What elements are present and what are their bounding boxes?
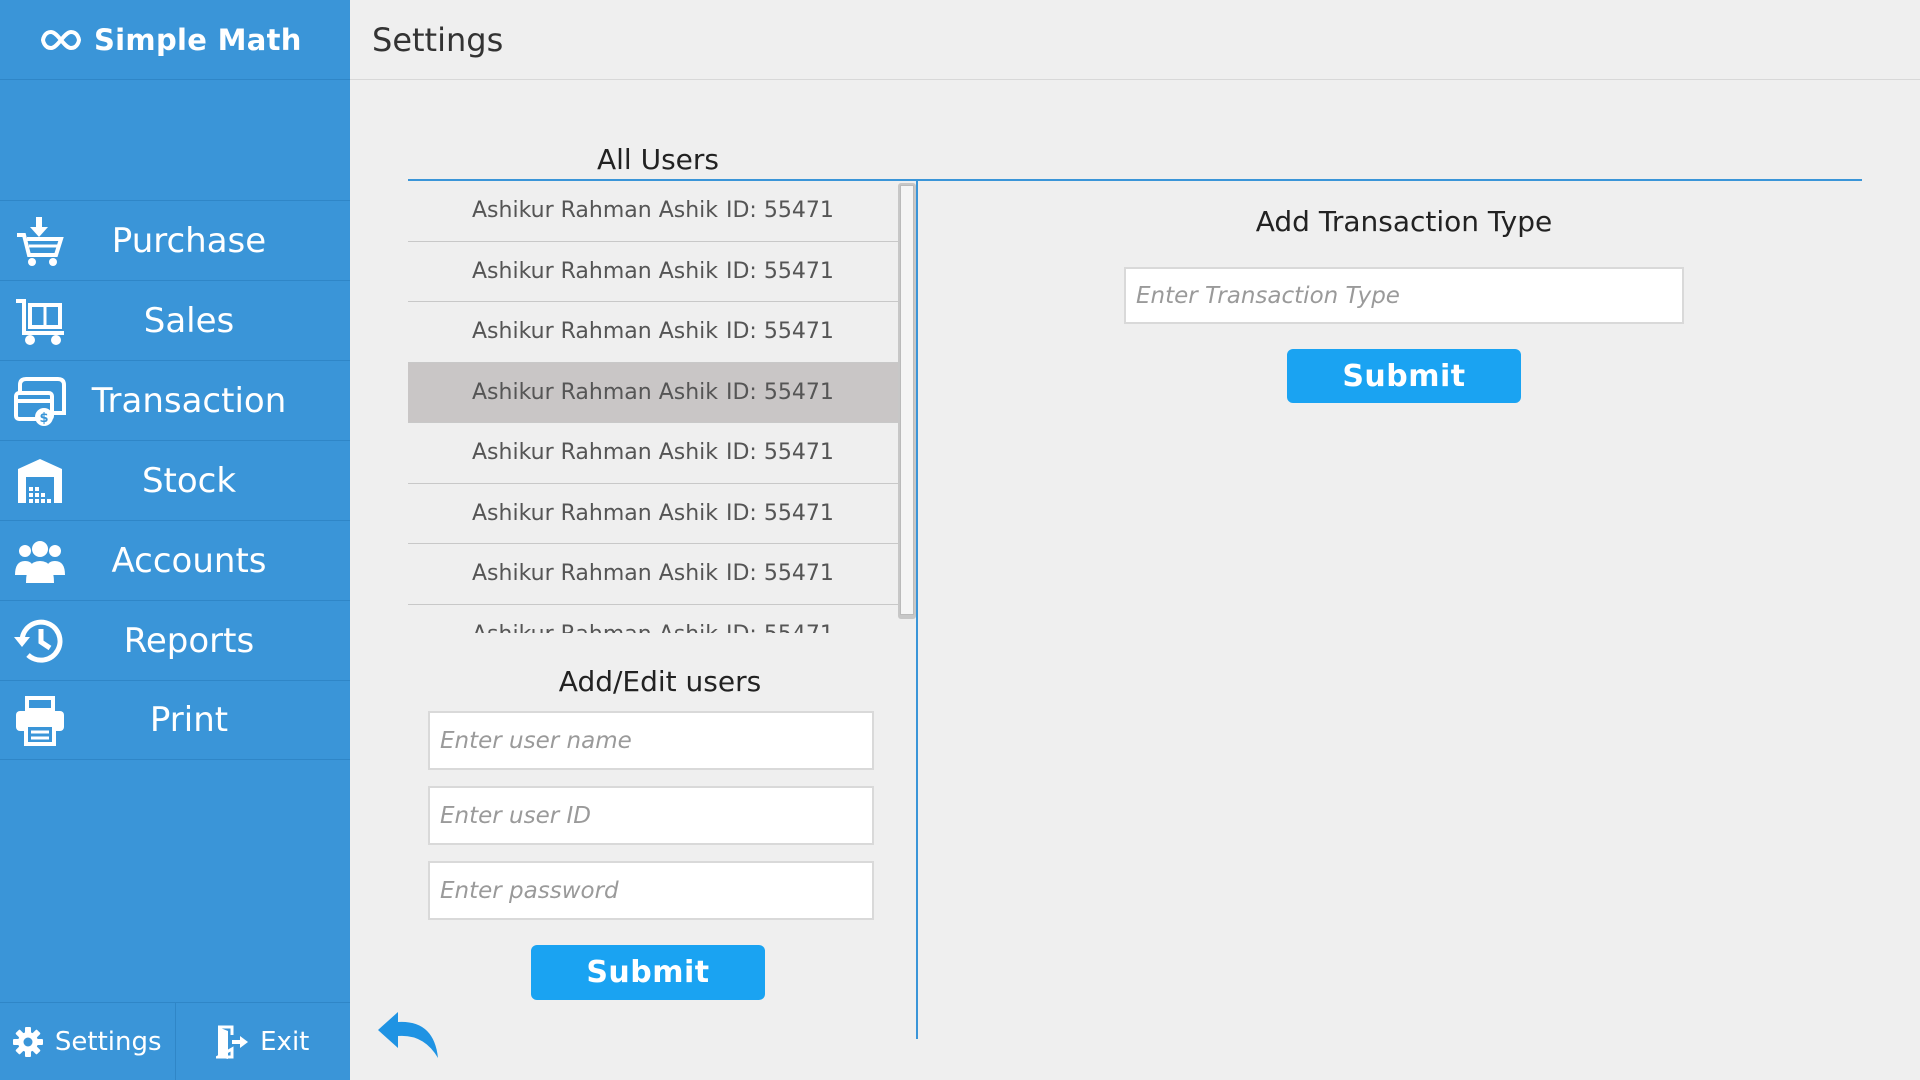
printer-icon [16, 696, 64, 746]
sidebar-item-sales[interactable]: Sales [0, 280, 350, 360]
page-title: Settings [372, 20, 504, 59]
user-row-selected[interactable]: Ashikur Rahman Ashik ID: 55471 [408, 362, 898, 423]
user-id: ID: 55471 [726, 622, 834, 633]
user-row[interactable]: Ashikur Rahman Ashik ID: 55471 [408, 605, 898, 633]
cart-download-icon [17, 217, 64, 266]
user-row[interactable]: Ashikur Rahman Ashik ID: 55471 [408, 181, 898, 242]
all-users-title: All Users [596, 143, 720, 176]
user-row[interactable]: Ashikur Rahman Ashik ID: 55471 [408, 484, 898, 544]
user-id: ID: 55471 [726, 379, 834, 405]
user-id: ID: 55471 [726, 440, 834, 466]
user-name-input[interactable] [428, 711, 874, 770]
user-name: Ashikur Rahman Ashik [472, 258, 718, 284]
sidebar-nav: Purchase Sales $ Transaction Stock Accou… [0, 200, 350, 760]
user-row[interactable]: Ashikur Rahman Ashik ID: 55471 [408, 302, 898, 363]
people-icon [15, 541, 65, 583]
user-row[interactable]: Ashikur Rahman Ashik ID: 55471 [408, 423, 898, 484]
add-edit-users-title: Add/Edit users [558, 665, 762, 698]
user-id: ID: 55471 [726, 319, 834, 345]
user-submit-button[interactable]: Submit [531, 945, 765, 1000]
warehouse-icon [18, 459, 62, 503]
add-transaction-type-title: Add Transaction Type [1255, 205, 1553, 238]
user-id-input[interactable] [428, 786, 874, 845]
transaction-submit-button[interactable]: Submit [1287, 349, 1521, 403]
sidebar-item-accounts[interactable]: Accounts [0, 520, 350, 600]
user-name: Ashikur Rahman Ashik [472, 440, 718, 466]
sidebar: Simple Math Purchase Sales $ Transaction… [0, 0, 350, 1080]
brand: Simple Math [0, 0, 350, 80]
settings-label: Settings [54, 1026, 162, 1057]
user-row[interactable]: Ashikur Rahman Ashik ID: 55471 [408, 544, 898, 605]
settings-button[interactable]: Settings [0, 1003, 175, 1080]
user-id: ID: 55471 [726, 500, 834, 526]
user-id: ID: 55471 [726, 198, 834, 224]
wallet-dollar-icon: $ [14, 377, 66, 426]
section-divider-vertical [916, 181, 918, 1039]
user-id: ID: 55471 [726, 561, 834, 587]
gear-icon [12, 1026, 43, 1057]
user-list-scrollbar[interactable] [898, 183, 916, 619]
sidebar-item-purchase[interactable]: Purchase [0, 200, 350, 280]
transaction-type-input[interactable] [1124, 267, 1684, 324]
sidebar-item-reports[interactable]: Reports [0, 600, 350, 680]
app-name: Simple Math [94, 22, 302, 57]
history-clock-icon [14, 619, 63, 663]
sidebar-item-stock[interactable]: Stock [0, 440, 350, 520]
user-name: Ashikur Rahman Ashik [472, 198, 718, 224]
trolley-icon [16, 299, 64, 345]
user-row[interactable]: Ashikur Rahman Ashik ID: 55471 [408, 242, 898, 302]
password-input[interactable] [428, 861, 874, 920]
user-name: Ashikur Rahman Ashik [472, 379, 718, 405]
user-name: Ashikur Rahman Ashik [472, 622, 726, 633]
svg-text:$: $ [39, 411, 48, 426]
exit-label: Exit [260, 1026, 310, 1057]
sidebar-bottom-bar: Settings Exit [0, 1002, 350, 1080]
exit-button[interactable]: Exit [174, 1003, 351, 1080]
sidebar-item-transaction[interactable]: $ Transaction [0, 360, 350, 440]
infinity-logo-icon [40, 29, 82, 50]
user-name: Ashikur Rahman Ashik [472, 319, 718, 345]
header: Settings [350, 0, 1920, 80]
exit-door-icon [216, 1025, 249, 1059]
user-name: Ashikur Rahman Ashik [472, 561, 718, 587]
sidebar-item-print[interactable]: Print [0, 680, 350, 760]
scrollbar-thumb[interactable] [900, 185, 914, 615]
user-id: ID: 55471 [726, 258, 834, 284]
user-name: Ashikur Rahman Ashik [472, 500, 718, 526]
back-arrow-icon[interactable] [376, 1002, 442, 1058]
user-list[interactable]: Ashikur Rahman Ashik ID: 55471 Ashikur R… [408, 181, 898, 633]
